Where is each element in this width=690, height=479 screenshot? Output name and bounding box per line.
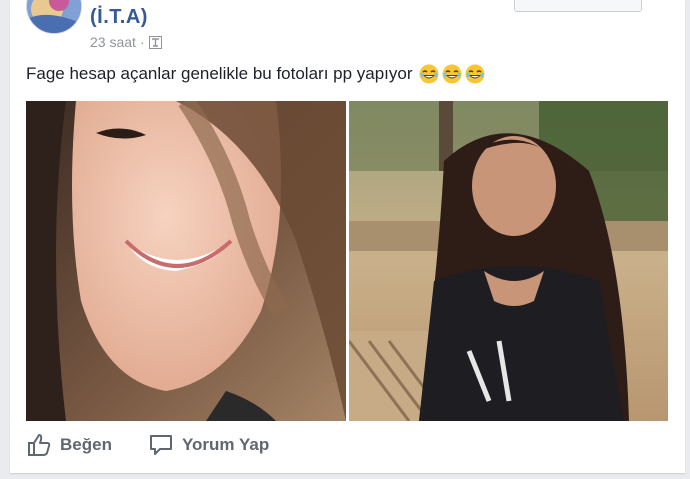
post-meta: 23 saat · [90, 34, 162, 50]
comment-bubble-icon [148, 432, 174, 458]
thumbs-up-icon [26, 432, 52, 458]
meta-separator: · [139, 34, 145, 50]
globe-icon[interactable] [148, 35, 162, 49]
header-button[interactable] [514, 0, 642, 12]
comment-button[interactable]: Yorum Yap [148, 432, 269, 458]
author-name[interactable]: (İ.T.A) [90, 6, 148, 29]
post-time[interactable]: 23 saat [90, 34, 136, 50]
post-message: Fage hesap açanlar genelikle bu fotoları… [26, 64, 413, 83]
joy-emoji [442, 64, 462, 84]
post-text: Fage hesap açanlar genelikle bu fotoları… [26, 64, 485, 84]
joy-emoji [419, 64, 439, 84]
like-button[interactable]: Beğen [26, 432, 112, 458]
author-avatar[interactable] [26, 0, 82, 34]
joy-emoji [465, 64, 485, 84]
comment-label: Yorum Yap [181, 435, 270, 454]
post-card: (İ.T.A) 23 saat · Fage hesap açanlar gen… [10, 0, 685, 473]
like-label: Beğen [60, 435, 112, 454]
photo-smiling-girl-closeup[interactable] [26, 101, 346, 421]
photo-girl-outdoor[interactable] [349, 101, 668, 421]
post-actions: Beğen Yorum Yap [26, 432, 269, 458]
